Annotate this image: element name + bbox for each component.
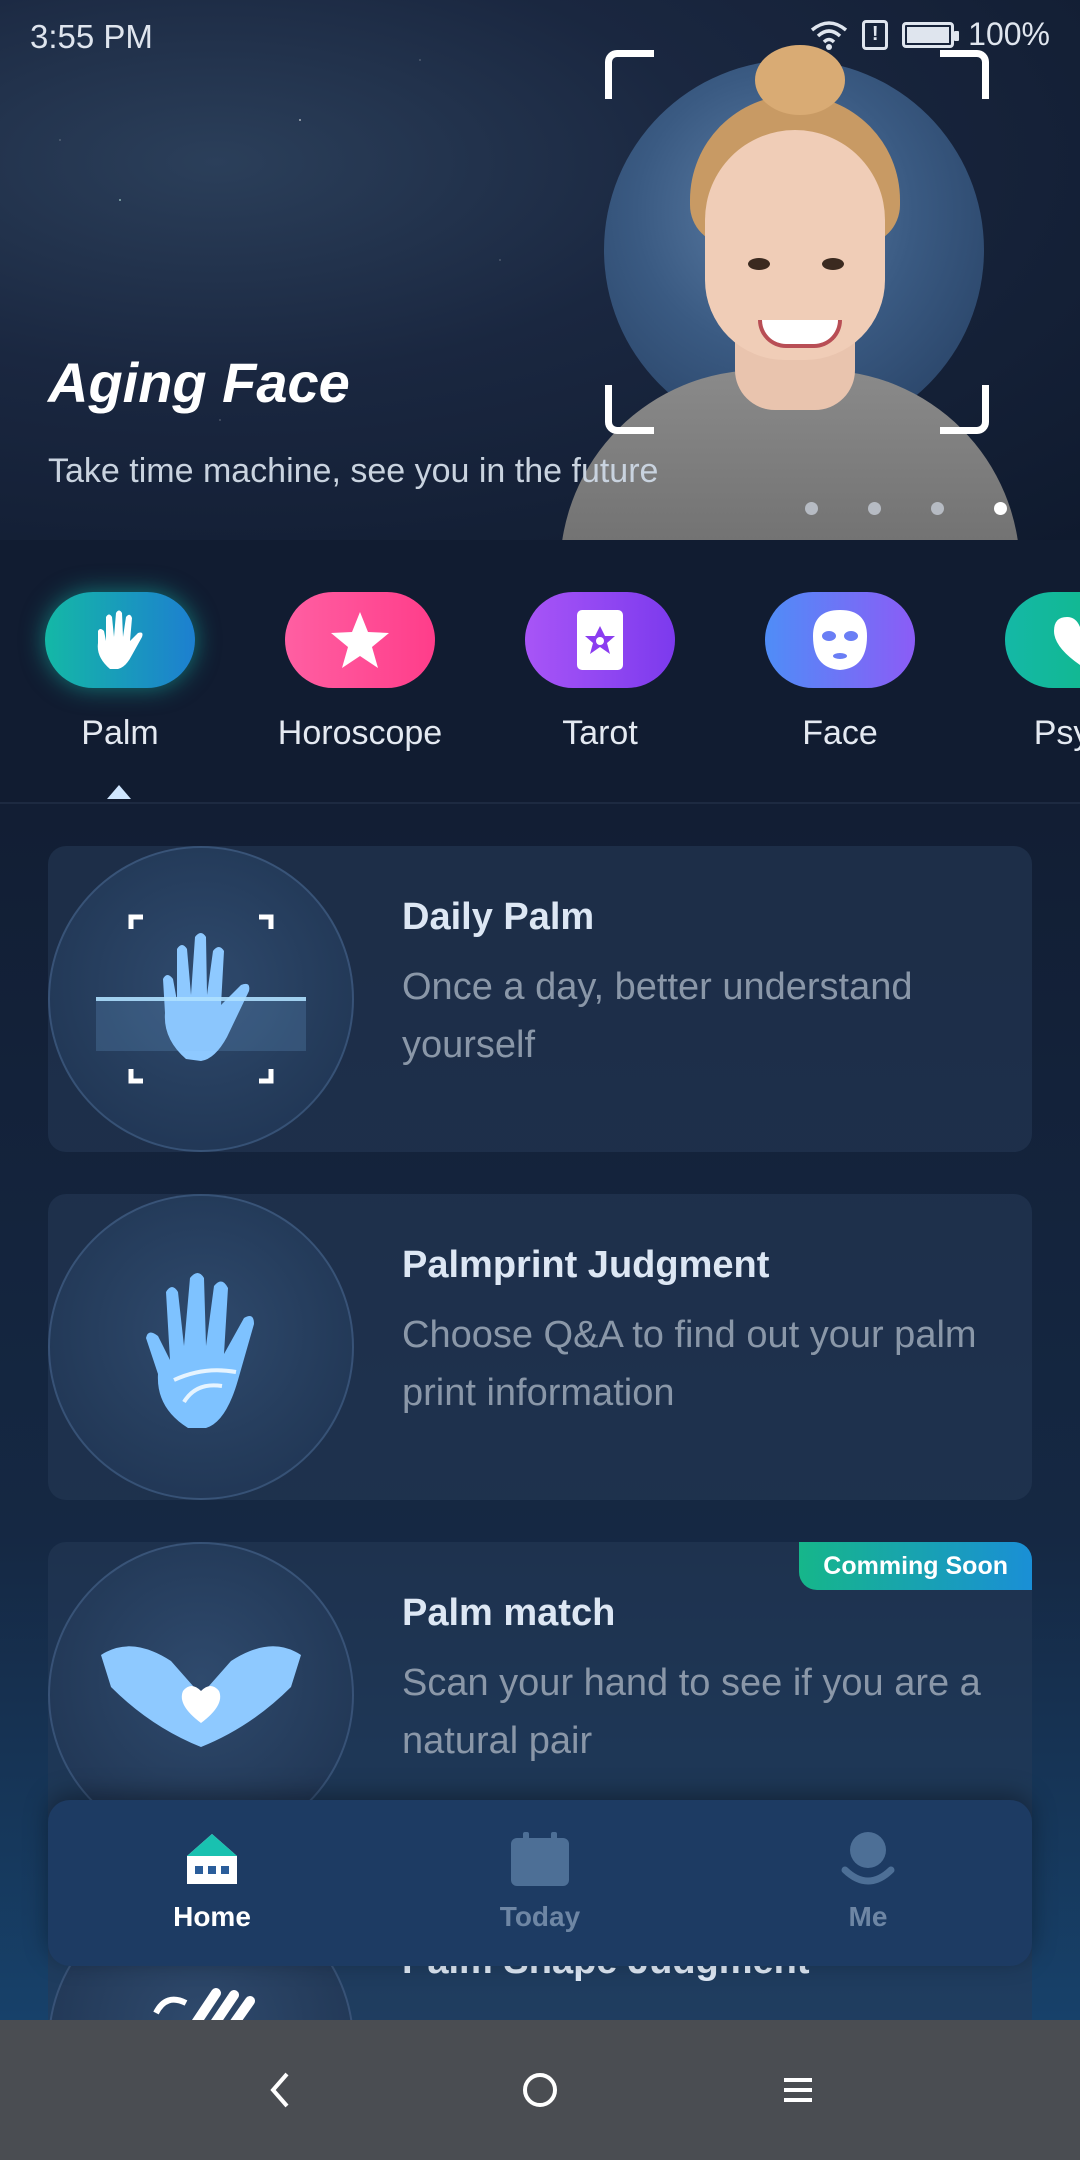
card-description: Choose Q&A to find out your palm print i… xyxy=(402,1314,977,1414)
category-label: Psych xyxy=(1033,714,1080,752)
category-psych[interactable]: Psych xyxy=(960,592,1080,753)
home-circle-icon[interactable] xyxy=(510,2060,570,2120)
category-bar: Palm Horoscope Tarot Face Psych xyxy=(0,540,1080,802)
card-description: Scan your hand to see if you are a natur… xyxy=(402,1662,981,1762)
banner-carousel[interactable]: Aging Face Take time machine, see you in… xyxy=(0,0,1080,540)
category-label: Palm xyxy=(81,714,159,752)
hand-icon xyxy=(45,592,195,688)
wifi-icon xyxy=(811,20,848,50)
card-daily-palm[interactable]: Daily Palm Once a day, better understand… xyxy=(48,846,1032,1152)
card-palmprint-judgment[interactable]: Palmprint Judgment Choose Q&A to find ou… xyxy=(48,1194,1032,1500)
tab-me[interactable]: Me xyxy=(704,1800,1032,1966)
scan-hand-icon xyxy=(48,846,354,1152)
card-title: Daily Palm xyxy=(402,896,595,938)
tab-label: Today xyxy=(499,1901,581,1932)
menu-icon[interactable] xyxy=(768,2060,828,2120)
status-bar: 3:55 PM ! 100% xyxy=(0,0,1080,72)
tab-label: Me xyxy=(848,1901,888,1932)
carousel-dot[interactable] xyxy=(805,502,818,515)
tab-label: Home xyxy=(173,1901,251,1932)
card-title: Palm match xyxy=(402,1592,616,1634)
person-icon xyxy=(841,1832,895,1885)
calendar-icon xyxy=(511,1832,569,1886)
banner-title: Aging Face xyxy=(48,351,350,414)
back-icon[interactable] xyxy=(250,2060,310,2120)
home-icon xyxy=(187,1834,237,1884)
selected-indicator xyxy=(107,785,131,799)
category-label: Horoscope xyxy=(277,714,443,752)
heart-icon xyxy=(1005,592,1080,688)
portrait-eye xyxy=(822,258,844,270)
portrait-eye xyxy=(748,258,770,270)
carousel-dot[interactable] xyxy=(868,502,881,515)
system-nav-bar xyxy=(0,2020,1080,2160)
banner-subtitle: Take time machine, see you in the future xyxy=(48,452,659,490)
face-mask-icon xyxy=(765,592,915,688)
category-horoscope[interactable]: Horoscope xyxy=(240,592,480,753)
category-label: Face xyxy=(802,714,878,752)
status-time: 3:55 PM xyxy=(30,18,153,55)
battery-percent: 100% xyxy=(968,16,1050,52)
category-face[interactable]: Face xyxy=(720,592,960,753)
tab-today[interactable]: Today xyxy=(376,1800,704,1966)
card-title: Palmprint Judgment xyxy=(402,1244,770,1286)
category-palm[interactable]: Palm xyxy=(0,592,240,753)
tarot-card-icon xyxy=(525,592,675,688)
alert-icon: ! xyxy=(862,19,889,50)
carousel-dot[interactable] xyxy=(931,502,944,515)
coming-soon-badge: Comming Soon xyxy=(799,1542,1032,1590)
carousel-dot-active[interactable] xyxy=(994,502,1007,515)
palm-lines-icon xyxy=(48,1194,354,1500)
scan-corner-icon xyxy=(605,385,654,434)
category-tarot[interactable]: Tarot xyxy=(480,592,720,753)
tab-home[interactable]: Home xyxy=(48,1800,376,1966)
star-icon xyxy=(285,592,435,688)
battery-icon xyxy=(902,21,960,48)
category-label: Tarot xyxy=(562,714,638,752)
bottom-tab-bar: Home Today Me xyxy=(48,1800,1032,1966)
card-description: Once a day, better understand yourself xyxy=(402,966,913,1066)
scan-corner-icon xyxy=(940,385,989,434)
